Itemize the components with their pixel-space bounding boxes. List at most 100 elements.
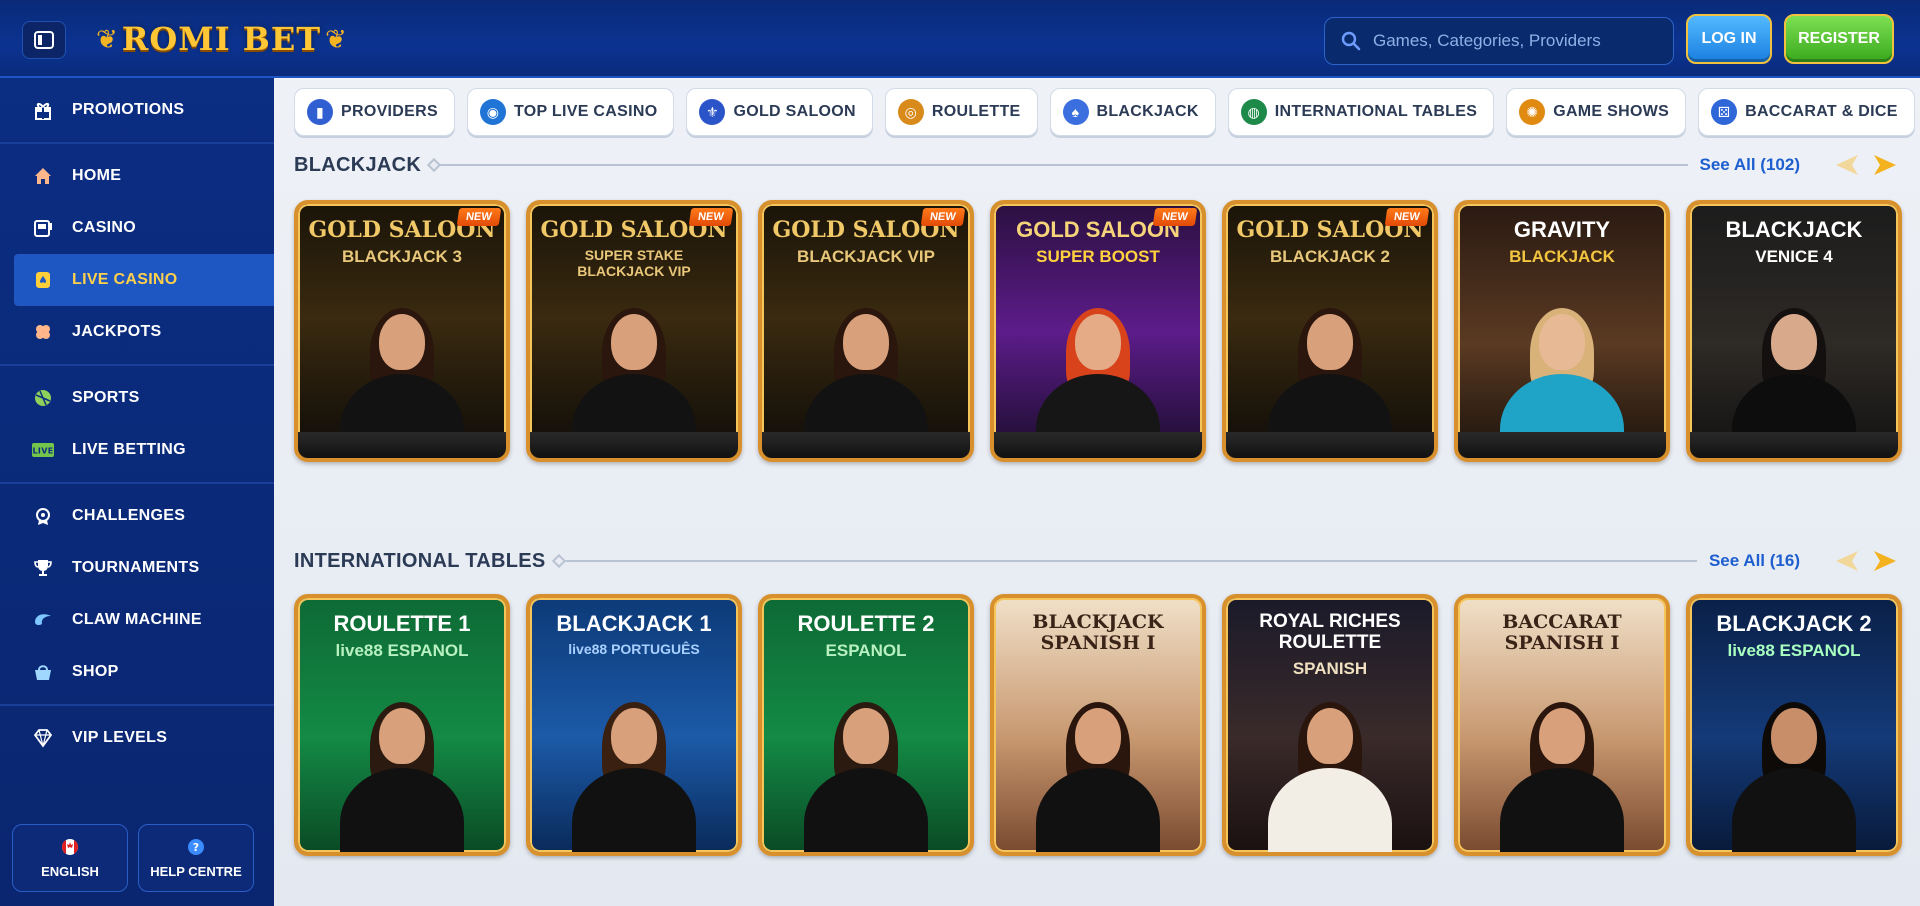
see-all-link[interactable]: See All (102) <box>1700 155 1800 175</box>
game-card-title: BLACKJACK VENICE 4 <box>1690 217 1898 267</box>
chip-top-live-casino[interactable]: ◉ TOP LIVE CASINO <box>466 88 675 136</box>
chip-label: PROVIDERS <box>341 103 438 120</box>
svg-text:?: ? <box>193 841 199 854</box>
dealer-image <box>1724 682 1864 852</box>
sidebar-item-label: SHOP <box>72 663 119 680</box>
dealer-face <box>1771 708 1817 764</box>
game-card-title-text: ROULETTE 1 <box>333 611 471 636</box>
sidebar-item-promotions[interactable]: PROMOTIONS <box>0 84 274 136</box>
arrow-left-icon <box>1836 551 1858 571</box>
cards-icon: ♠ <box>1062 99 1089 125</box>
dealer-face <box>1307 314 1353 370</box>
roulette-icon: ◎ <box>897 99 924 125</box>
chip-roulette[interactable]: ◎ ROULETTE <box>884 88 1038 136</box>
chip-baccarat-dice[interactable]: ⚄ BACCARAT & DICE <box>1698 88 1915 136</box>
casino-table <box>1226 432 1434 458</box>
dealer-body <box>1268 768 1392 852</box>
game-card[interactable]: BACCARAT SPANISH I <box>1454 594 1670 856</box>
section-title: INTERNATIONAL TABLES <box>294 549 546 572</box>
sidebar-item-label: JACKPOTS <box>72 323 162 340</box>
dealer-body <box>1732 768 1856 852</box>
sidebar-item-sports[interactable]: SPORTS <box>0 372 274 424</box>
dice-icon: ⚄ <box>1711 99 1738 125</box>
live-casino-icon <box>32 269 54 291</box>
sidebar-item-live-casino[interactable]: LIVE CASINO <box>14 254 274 306</box>
new-badge: NEW <box>1385 208 1430 226</box>
game-card[interactable]: ROULETTE 1 live88 ESPANOL <box>294 594 510 856</box>
svg-text:LIVE: LIVE <box>33 447 54 456</box>
help-centre-button[interactable]: ? HELP CENTRE <box>138 824 254 892</box>
chip-label: GOLD SALOON <box>733 103 856 120</box>
section-header-blackjack: BLACKJACK See All (102) <box>294 150 1900 180</box>
dealer-face <box>1307 708 1353 764</box>
gift-icon <box>32 99 54 121</box>
sidebar-item-jackpots[interactable]: JACKPOTS <box>0 306 274 358</box>
search-icon <box>1341 31 1361 51</box>
sidebar-item-vip-levels[interactable]: VIP LEVELS <box>0 712 274 764</box>
sidebar-item-tournaments[interactable]: TOURNAMENTS <box>0 542 274 594</box>
language-button[interactable]: ENGLISH <box>12 824 128 892</box>
game-card[interactable]: ROYAL RICHES ROULETTE SPANISH <box>1222 594 1438 856</box>
trophy-icon <box>32 557 54 579</box>
category-chips: ▮ PROVIDERS ◉ TOP LIVE CASINO ⚜ GOLD SALOON ◎ R… <box>294 88 1920 138</box>
sidebar-item-home[interactable]: HOME <box>0 150 274 202</box>
game-card[interactable]: BLACKJACK SPANISH I <box>990 594 1206 856</box>
next-arrow-button[interactable] <box>1870 150 1900 180</box>
game-card-title-text: GRAVITY <box>1513 217 1611 242</box>
game-card[interactable]: GOLD SALOON BLACKJACK VIP NEW <box>758 200 974 462</box>
game-card-title: BLACKJACK 1 live88 PORTUGUÊS <box>530 611 738 658</box>
login-button[interactable]: LOG IN <box>1686 14 1772 64</box>
search-input[interactable] <box>1373 31 1663 51</box>
dealer-body <box>804 768 928 852</box>
section-divider <box>557 560 1697 562</box>
register-button[interactable]: REGISTER <box>1784 14 1894 64</box>
sidebar-item-label: CLAW MACHINE <box>72 611 202 628</box>
dealer-face <box>379 314 425 370</box>
game-card[interactable]: GOLD SALOON BLACKJACK 3 NEW <box>294 200 510 462</box>
chip-international-tables[interactable]: ◍ INTERNATIONAL TABLES <box>1227 88 1495 136</box>
game-card[interactable]: BLACKJACK VENICE 4 <box>1686 200 1902 462</box>
sidebar-item-challenges[interactable]: CHALLENGES <box>0 490 274 542</box>
sidebar-item-claw-machine[interactable]: CLAW MACHINE <box>0 594 274 646</box>
sidebar-group-vip: VIP LEVELS <box>0 706 274 770</box>
prev-arrow-button[interactable] <box>1832 546 1862 576</box>
game-card-title: BACCARAT SPANISH I <box>1458 612 1666 660</box>
game-card[interactable]: GOLD SALOON SUPER BOOST NEW <box>990 200 1206 462</box>
dealer-body <box>1036 768 1160 852</box>
logo[interactable]: ❦ ROMI BET ❦ <box>96 18 347 60</box>
prev-arrow-button[interactable] <box>1832 150 1862 180</box>
dealer-face <box>1771 314 1817 370</box>
game-card-title: GOLD SALOON SUPER STAKE BLACKJACK VIP <box>530 218 738 279</box>
chip-providers[interactable]: ▮ PROVIDERS <box>294 88 455 136</box>
sidebar-item-label: LIVE BETTING <box>72 441 186 458</box>
game-card[interactable]: ROULETTE 2 ESPANOL <box>758 594 974 856</box>
game-card[interactable]: BLACKJACK 2 live88 ESPANOL <box>1686 594 1902 856</box>
chip-gold-saloon[interactable]: ⚜ GOLD SALOON <box>686 88 873 136</box>
chip-label: ROULETTE <box>931 103 1021 120</box>
sidebar-item-casino[interactable]: CASINO <box>0 202 274 254</box>
sidebar-item-shop[interactable]: SHOP <box>0 646 274 698</box>
game-card[interactable]: GOLD SALOON SUPER STAKE BLACKJACK VIP NEW <box>526 200 742 462</box>
sidebar-item-label: HOME <box>72 167 122 184</box>
slot-machine-icon <box>32 217 54 239</box>
sidebar-item-live-betting[interactable]: LIVE LIVE BETTING <box>0 424 274 476</box>
sidebar-group-sports: SPORTS LIVE LIVE BETTING <box>0 366 274 484</box>
game-card[interactable]: GRAVITY BLACKJACK <box>1454 200 1670 462</box>
sidebar-item-label: CASINO <box>72 219 137 236</box>
chip-game-shows[interactable]: ✺ GAME SHOWS <box>1506 88 1687 136</box>
sidebar-group-fun: CHALLENGES TOURNAMENTS CLAW MACHINE SHOP <box>0 484 274 706</box>
search-box[interactable] <box>1324 17 1674 65</box>
game-card[interactable]: BLACKJACK 1 live88 PORTUGUÊS <box>526 594 742 856</box>
see-all-link[interactable]: See All (16) <box>1709 551 1800 571</box>
game-card-title: ROULETTE 2 ESPANOL <box>762 611 970 661</box>
new-badge: NEW <box>921 208 966 226</box>
game-card-title-text: BLACKJACK <box>1725 217 1863 242</box>
dealer-image <box>796 682 936 852</box>
casino-table <box>1458 432 1666 458</box>
next-arrow-button[interactable] <box>1870 546 1900 576</box>
chip-label: TOP LIVE CASINO <box>513 103 658 120</box>
game-card[interactable]: GOLD SALOON BLACKJACK 2 NEW <box>1222 200 1438 462</box>
chip-blackjack[interactable]: ♠ BLACKJACK <box>1049 88 1216 136</box>
game-card-title-text: BLACKJACK 2 <box>1716 611 1872 636</box>
sidebar-toggle-button[interactable] <box>22 21 66 59</box>
